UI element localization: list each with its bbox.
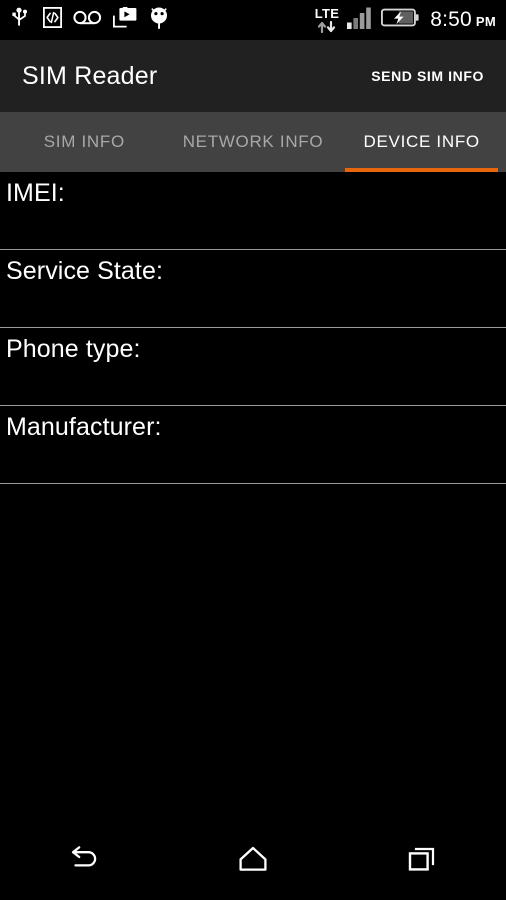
back-arrow-icon — [67, 844, 101, 879]
phone-screen: LTE 8:50 PM SIM Reader SEND SIM INFO SIM… — [0, 0, 506, 900]
tab-sim-info[interactable]: SIM INFO — [0, 112, 169, 172]
android-robot-icon — [148, 6, 170, 35]
tab-network-info[interactable]: NETWORK INFO — [169, 112, 338, 172]
list-item[interactable]: IMEI: — [0, 172, 506, 250]
back-button[interactable] — [0, 822, 169, 900]
clock-time: 8:50 — [430, 8, 472, 31]
row-label-phone-type: Phone type: — [6, 335, 141, 363]
row-label-imei: IMEI: — [6, 179, 65, 207]
usb-icon — [12, 7, 32, 34]
lte-data-icon: LTE — [315, 7, 340, 33]
developer-mode-icon — [42, 6, 63, 33]
home-button[interactable] — [169, 822, 338, 900]
tab-device-info[interactable]: DEVICE INFO — [337, 112, 506, 172]
device-info-list: IMEI: Service State: Phone type: Manufac… — [0, 172, 506, 484]
home-icon — [237, 844, 269, 879]
lte-label: LTE — [314, 6, 340, 21]
voicemail-icon — [73, 10, 102, 30]
status-bar: LTE 8:50 PM — [0, 0, 506, 40]
cast-media-icon — [113, 6, 137, 33]
status-icons-right: LTE 8:50 PM — [315, 7, 496, 34]
page-title: SIM Reader — [22, 61, 158, 90]
clock-ampm: PM — [475, 14, 496, 29]
recents-button[interactable] — [337, 822, 506, 900]
row-label-service-state: Service State: — [6, 257, 164, 285]
list-item[interactable]: Service State: — [0, 250, 506, 328]
row-label-manufacturer: Manufacturer: — [6, 413, 162, 441]
list-item[interactable]: Manufacturer: — [0, 406, 506, 484]
navigation-bar — [0, 822, 506, 900]
battery-charging-icon — [381, 8, 419, 32]
list-item[interactable]: Phone type: — [0, 328, 506, 406]
app-bar: SIM Reader SEND SIM INFO — [0, 40, 506, 112]
send-sim-info-button[interactable]: SEND SIM INFO — [365, 60, 490, 92]
status-icons-left — [12, 6, 170, 35]
recents-squares-icon — [406, 844, 438, 879]
status-clock: 8:50 PM — [430, 8, 496, 32]
tab-bar: SIM INFO NETWORK INFO DEVICE INFO — [0, 112, 506, 172]
signal-strength-icon — [347, 7, 373, 34]
